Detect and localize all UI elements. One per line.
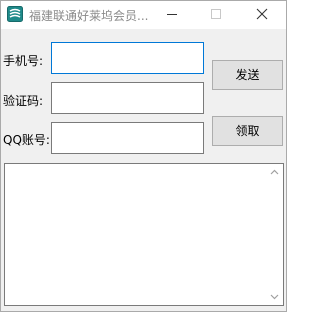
window-title: 福建联通好莱坞会员... bbox=[29, 9, 149, 23]
send-button[interactable]: 发送 bbox=[212, 60, 283, 90]
code-label: 验证码: bbox=[3, 94, 44, 108]
output-textarea[interactable] bbox=[4, 163, 284, 306]
app-window: 福建联通好莱坞会员... 手机号: 验证码: QQ账号: 发送 领取 bbox=[0, 0, 287, 312]
app-logo-icon bbox=[7, 6, 23, 22]
phone-input[interactable] bbox=[51, 42, 204, 74]
title-bar[interactable]: 福建联通好莱坞会员... bbox=[1, 1, 286, 29]
qq-label: QQ账号: bbox=[3, 133, 50, 147]
phone-label: 手机号: bbox=[3, 54, 44, 68]
close-button[interactable] bbox=[239, 1, 285, 29]
qq-input[interactable] bbox=[51, 122, 204, 154]
minimize-button[interactable] bbox=[149, 1, 195, 29]
maximize-button[interactable] bbox=[193, 1, 239, 29]
code-input[interactable] bbox=[51, 82, 204, 114]
vertical-scrollbar[interactable] bbox=[266, 164, 283, 305]
claim-button[interactable]: 领取 bbox=[212, 116, 283, 146]
